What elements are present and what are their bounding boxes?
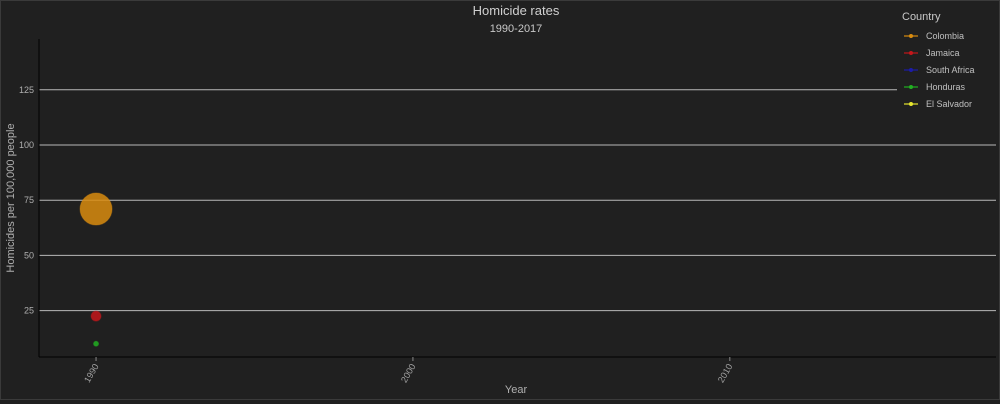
y-tick-label-125: 125 (19, 85, 34, 95)
chart-frame: Homicide rates 1990-2017 25 50 75 100 125 199… (0, 0, 1000, 400)
y-tick-label-100: 100 (19, 140, 34, 150)
y-tick-label-25: 25 (24, 306, 34, 316)
y-axis-label: Homicides per 100,000 people (5, 123, 17, 272)
legend-swatch-marker (909, 51, 913, 55)
x-tick-label-1990: 1990 (82, 362, 101, 384)
chart-subtitle: 1990-2017 (490, 23, 543, 35)
legend-label-colombia: Colombia (926, 31, 964, 41)
chart-title: Homicide rates (473, 3, 560, 18)
point-colombia-1990[interactable] (79, 192, 113, 226)
x-tick-label-2000: 2000 (399, 362, 418, 384)
data-points (79, 192, 113, 347)
legend-title: Country (902, 11, 941, 23)
legend-swatch-marker (909, 85, 913, 89)
x-tick-label-2010: 2010 (716, 362, 735, 384)
legend-label-south-africa: South Africa (926, 65, 975, 75)
point-jamaica-1990[interactable] (90, 310, 102, 322)
legend-swatch-marker (909, 68, 913, 72)
legend-label-el-salvador: El Salvador (926, 99, 972, 109)
y-tick-label-50: 50 (24, 250, 34, 260)
x-axis-label: Year (505, 384, 528, 396)
homicide-chart: Homicide rates 1990-2017 25 50 75 100 125 199… (5, 3, 997, 396)
y-tick-label-75: 75 (24, 195, 34, 205)
axes: 25 50 75 100 125 1990 2000 2010 (19, 39, 996, 384)
legend-swatch-marker (909, 102, 913, 106)
legend[interactable]: Country Colombia Jamaica South Africa Hondu… (897, 7, 997, 119)
grid (39, 89, 996, 312)
legend-label-jamaica: Jamaica (926, 48, 960, 58)
legend-swatch-marker (909, 34, 913, 38)
point-honduras-1990[interactable] (93, 340, 100, 347)
legend-label-honduras: Honduras (926, 82, 966, 92)
